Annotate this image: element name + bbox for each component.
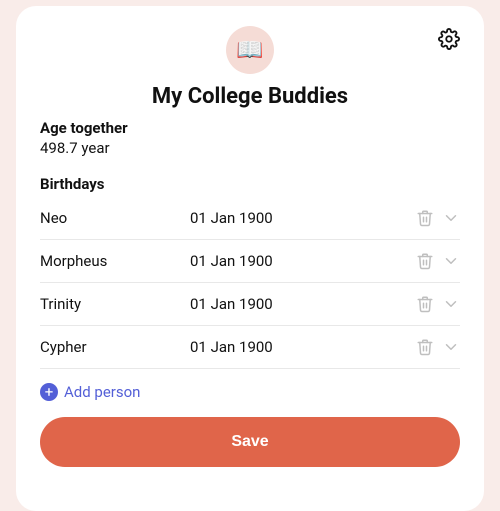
trash-icon[interactable] (416, 338, 434, 356)
row-actions (416, 338, 460, 356)
row-actions (416, 295, 460, 313)
chevron-down-icon[interactable] (442, 209, 460, 227)
chevron-down-icon[interactable] (442, 338, 460, 356)
plus-icon: + (40, 383, 58, 401)
gear-icon[interactable] (438, 28, 460, 54)
birthday-row: Trinity 01 Jan 1900 (40, 283, 460, 326)
save-button[interactable]: Save (40, 417, 460, 467)
page-title: My College Buddies (152, 84, 348, 109)
birthday-row: Morpheus 01 Jan 1900 (40, 240, 460, 283)
person-name[interactable]: Trinity (40, 295, 190, 313)
person-name[interactable]: Neo (40, 209, 190, 227)
person-date[interactable]: 01 Jan 1900 (190, 338, 416, 356)
trash-icon[interactable] (416, 295, 434, 313)
person-date[interactable]: 01 Jan 1900 (190, 252, 416, 270)
age-together-value: 498.7 year (40, 139, 460, 157)
birthday-row: Cypher 01 Jan 1900 (40, 326, 460, 369)
add-person-label: Add person (64, 383, 140, 401)
group-card: 📖 My College Buddies Age together 498.7 … (16, 6, 484, 511)
avatar[interactable]: 📖 (226, 26, 274, 74)
birthdays-label: Birthdays (40, 175, 460, 193)
trash-icon[interactable] (416, 252, 434, 270)
chevron-down-icon[interactable] (442, 295, 460, 313)
row-actions (416, 252, 460, 270)
add-person-button[interactable]: + Add person (40, 383, 460, 401)
person-name[interactable]: Cypher (40, 338, 190, 356)
trash-icon[interactable] (416, 209, 434, 227)
person-date[interactable]: 01 Jan 1900 (190, 209, 416, 227)
chevron-down-icon[interactable] (442, 252, 460, 270)
row-actions (416, 209, 460, 227)
card-header: 📖 My College Buddies (40, 26, 460, 109)
birthday-row: Neo 01 Jan 1900 (40, 197, 460, 240)
person-name[interactable]: Morpheus (40, 252, 190, 270)
age-together-label: Age together (40, 119, 460, 137)
avatar-icon: 📖 (236, 38, 263, 63)
person-date[interactable]: 01 Jan 1900 (190, 295, 416, 313)
